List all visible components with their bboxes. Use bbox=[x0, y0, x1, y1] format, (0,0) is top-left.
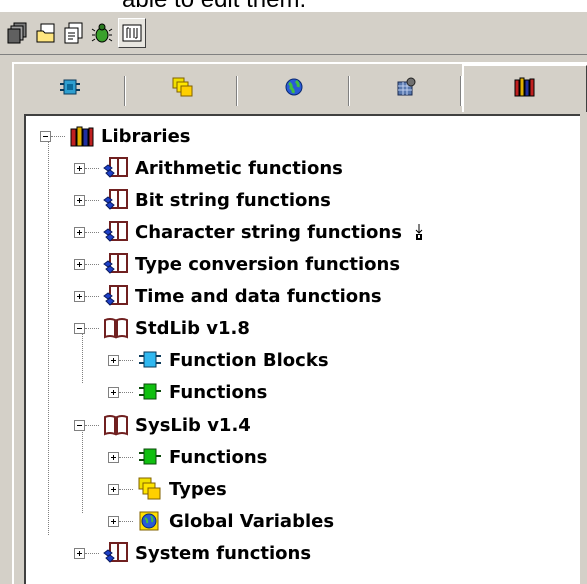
tree-label: Libraries bbox=[101, 125, 191, 147]
function-block-icon bbox=[137, 348, 163, 372]
mouse-cursor-icon bbox=[414, 223, 424, 241]
expand-toggle[interactable] bbox=[108, 515, 119, 527]
tree-label: Character string functions bbox=[135, 221, 402, 243]
expand-toggle[interactable] bbox=[108, 354, 119, 366]
tree-item-bit-string-functions[interactable]: Bit string functions bbox=[74, 184, 331, 216]
collapse-toggle[interactable] bbox=[40, 130, 51, 142]
book-icon bbox=[103, 156, 129, 180]
tree-item-function-blocks[interactable]: Function Blocks bbox=[108, 344, 329, 376]
configuration-icon bbox=[395, 77, 417, 101]
tree-label: Bit string functions bbox=[135, 189, 331, 211]
tree-label: SysLib v1.4 bbox=[135, 414, 251, 436]
open-book-icon bbox=[103, 413, 129, 437]
open-book-icon bbox=[103, 316, 129, 340]
expand-toggle[interactable] bbox=[74, 194, 85, 206]
tree-item-stdlib[interactable]: StdLib v1.8 bbox=[74, 312, 250, 344]
object-organizer-panel: Libraries Arithmetic functions Bit strin… bbox=[12, 62, 587, 584]
tree-label: Type conversion functions bbox=[135, 253, 401, 275]
globe-icon bbox=[137, 509, 163, 533]
tree-label: Arithmetic functions bbox=[135, 157, 343, 179]
header-fragment: able to edit them. bbox=[0, 0, 587, 12]
tree-label: Function Blocks bbox=[169, 349, 329, 371]
tree-item-character-string-functions[interactable]: Character string functions bbox=[74, 216, 424, 248]
expand-toggle[interactable] bbox=[108, 483, 119, 495]
resources-icon[interactable] bbox=[118, 18, 146, 48]
tree-label: Functions bbox=[169, 446, 268, 468]
globe-icon bbox=[283, 77, 305, 101]
collapse-toggle[interactable] bbox=[74, 322, 85, 334]
book-icon bbox=[103, 284, 129, 308]
tree-item-arithmetic-functions[interactable]: Arithmetic functions bbox=[74, 152, 343, 184]
tab-resources[interactable] bbox=[350, 70, 462, 108]
tree-item-stdlib-functions[interactable]: Functions bbox=[108, 376, 267, 408]
tree-label: Functions bbox=[169, 381, 268, 403]
expand-toggle[interactable] bbox=[74, 547, 85, 559]
types-icon bbox=[171, 77, 193, 101]
tab-function-blocks[interactable] bbox=[14, 70, 126, 108]
expand-toggle[interactable] bbox=[74, 258, 85, 270]
library-tree: Libraries Arithmetic functions Bit strin… bbox=[24, 114, 580, 584]
visualization-icon[interactable] bbox=[60, 18, 88, 48]
tree-item-global-variables[interactable]: Global Variables bbox=[108, 505, 334, 537]
tree-item-system-functions[interactable]: System functions bbox=[74, 537, 311, 569]
book-icon bbox=[103, 220, 129, 244]
tree-item-syslib-functions[interactable]: Functions bbox=[108, 441, 267, 473]
tree-item-types[interactable]: Types bbox=[108, 473, 227, 505]
expand-toggle[interactable] bbox=[108, 386, 119, 398]
book-icon bbox=[103, 252, 129, 276]
tab-library-manager[interactable] bbox=[462, 64, 587, 112]
function-icon bbox=[137, 445, 163, 469]
library-icon bbox=[513, 76, 537, 102]
tab-data-types[interactable] bbox=[126, 70, 238, 108]
tab-bar bbox=[14, 64, 587, 112]
bug-icon[interactable] bbox=[88, 18, 116, 48]
tree-item-syslib[interactable]: SysLib v1.4 bbox=[74, 409, 251, 441]
pou-icon[interactable] bbox=[4, 18, 32, 48]
collapse-toggle[interactable] bbox=[74, 419, 85, 431]
tree-label: System functions bbox=[135, 542, 312, 564]
tree-label: Types bbox=[169, 478, 227, 500]
tree-root-libraries[interactable]: Libraries bbox=[40, 120, 191, 152]
function-icon bbox=[137, 380, 163, 404]
expand-toggle[interactable] bbox=[108, 451, 119, 463]
tree-label: StdLib v1.8 bbox=[135, 317, 250, 339]
header-fragment-text: able to edit them. bbox=[122, 0, 306, 12]
expand-toggle[interactable] bbox=[74, 290, 85, 302]
book-icon bbox=[103, 541, 129, 565]
tree-label: Time and data functions bbox=[135, 285, 382, 307]
object-organizer-toolbar bbox=[0, 12, 587, 55]
folder-icon[interactable] bbox=[32, 18, 60, 48]
expand-toggle[interactable] bbox=[74, 162, 85, 174]
tab-visualizations[interactable] bbox=[238, 70, 350, 108]
tree-label: Global Variables bbox=[169, 510, 335, 532]
expand-toggle[interactable] bbox=[74, 226, 85, 238]
function-block-icon bbox=[59, 77, 81, 101]
library-icon bbox=[69, 124, 95, 148]
types-icon bbox=[137, 477, 163, 501]
book-icon bbox=[103, 188, 129, 212]
tree-item-time-and-data-functions[interactable]: Time and data functions bbox=[74, 280, 382, 312]
tree-item-type-conversion-functions[interactable]: Type conversion functions bbox=[74, 248, 400, 280]
